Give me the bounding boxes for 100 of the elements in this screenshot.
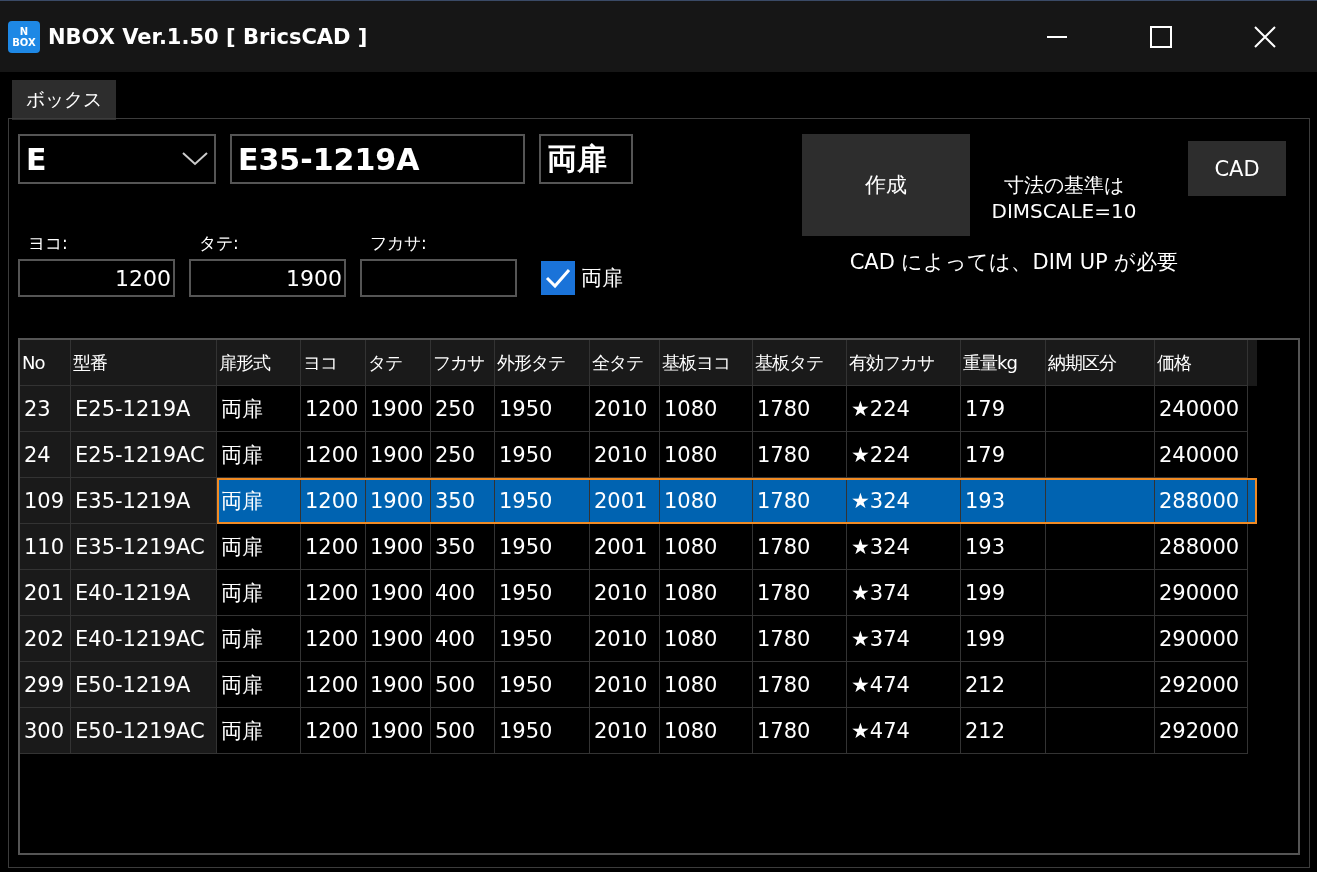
table-cell: 1780 xyxy=(753,524,847,570)
table-cell: 1080 xyxy=(660,524,753,570)
table-cell: 201 xyxy=(20,570,71,616)
table-cell: E40-1219AC xyxy=(71,616,217,662)
column-header[interactable]: 型番 xyxy=(71,340,217,386)
column-header[interactable]: フカサ xyxy=(431,340,495,386)
table-cell: ★474 xyxy=(847,662,961,708)
table-cell: ★374 xyxy=(847,570,961,616)
table-cell: 300 xyxy=(20,708,71,754)
table-cell: ★374 xyxy=(847,616,961,662)
table-cell: 1780 xyxy=(753,386,847,432)
column-header[interactable]: 全タテ xyxy=(590,340,660,386)
table-cell: 1200 xyxy=(301,524,366,570)
table-cell: 400 xyxy=(431,570,495,616)
table-cell: 1900 xyxy=(366,570,431,616)
column-header[interactable]: ヨコ xyxy=(301,340,366,386)
table-cell: 1200 xyxy=(301,570,366,616)
table-cell: 1950 xyxy=(495,662,590,708)
table-cell: 両扉 xyxy=(217,662,301,708)
table-cell: 1950 xyxy=(495,432,590,478)
tab[interactable]: ボックス xyxy=(12,80,116,120)
table-cell: 199 xyxy=(961,570,1046,616)
cad-button[interactable]: CAD xyxy=(1188,141,1286,196)
table-cell: 1950 xyxy=(495,386,590,432)
table-cell: 1900 xyxy=(366,432,431,478)
table-cell: 両扉 xyxy=(217,432,301,478)
table-cell: 1900 xyxy=(366,386,431,432)
table-cell: 2010 xyxy=(590,708,660,754)
table-cell: 1900 xyxy=(366,616,431,662)
table-cell: 290000 xyxy=(1155,570,1248,616)
table-cell: ★324 xyxy=(847,524,961,570)
cad-note: CAD によっては、DIM UP が必要 xyxy=(849,249,1179,276)
table-cell: 1780 xyxy=(753,662,847,708)
table-cell: 202 xyxy=(20,616,71,662)
column-header[interactable]: No xyxy=(20,340,71,386)
table-cell: 1900 xyxy=(366,708,431,754)
table-cell: 2010 xyxy=(590,432,660,478)
table-cell: 400 xyxy=(431,616,495,662)
size-input[interactable] xyxy=(360,259,517,297)
table-cell: 500 xyxy=(431,662,495,708)
table-cell: 250 xyxy=(431,432,495,478)
table-cell: 両扉 xyxy=(217,386,301,432)
series-dropdown[interactable]: E xyxy=(18,134,216,184)
table-cell: ★474 xyxy=(847,708,961,754)
table-cell: 290000 xyxy=(1155,616,1248,662)
table-cell: 193 xyxy=(961,524,1046,570)
table-cell: 2010 xyxy=(590,570,660,616)
table-cell: 250 xyxy=(431,386,495,432)
table-cell: 1200 xyxy=(301,386,366,432)
checkbox-label: 両扉 xyxy=(581,265,623,292)
table-cell: E25-1219AC xyxy=(71,432,217,478)
size-input[interactable]: 1900 xyxy=(189,259,346,297)
table-cell: 1080 xyxy=(660,662,753,708)
field-label: ヨコ: xyxy=(28,232,69,255)
table-cell: 1080 xyxy=(660,386,753,432)
column-header[interactable]: 価格 xyxy=(1155,340,1248,386)
chevron-down-icon xyxy=(182,152,208,166)
table-cell: 1200 xyxy=(301,432,366,478)
table-cell: 23 xyxy=(20,386,71,432)
model-field[interactable]: E35-1219A xyxy=(230,134,525,184)
column-header[interactable]: タテ xyxy=(366,340,431,386)
table-cell: E50-1219A xyxy=(71,662,217,708)
checkbox-box[interactable] xyxy=(541,261,575,295)
size-input[interactable]: 1200 xyxy=(18,259,175,297)
dimension-note: 寸法の基準は xyxy=(1004,172,1124,199)
table-cell: 2001 xyxy=(590,524,660,570)
table-cell: 1950 xyxy=(495,708,590,754)
table-cell: 1950 xyxy=(495,616,590,662)
maximize-icon xyxy=(1150,25,1172,48)
table-cell: 1780 xyxy=(753,708,847,754)
table-cell: 1200 xyxy=(301,662,366,708)
table-cell: 179 xyxy=(961,386,1046,432)
close-icon xyxy=(1254,25,1276,48)
table-cell: 両扉 xyxy=(217,616,301,662)
table-cell: ★224 xyxy=(847,386,961,432)
column-header[interactable]: 扉形式 xyxy=(217,340,301,386)
table-cell: 1950 xyxy=(495,570,590,616)
column-header[interactable]: 基板ヨコ xyxy=(660,340,753,386)
table-cell: E35-1219AC xyxy=(71,524,217,570)
table-cell: 109 xyxy=(20,478,71,524)
table-cell: 2010 xyxy=(590,386,660,432)
column-header[interactable]: 有効フカサ xyxy=(847,340,961,386)
table-cell: 240000 xyxy=(1155,386,1248,432)
table-cell: 両扉 xyxy=(217,524,301,570)
create-button[interactable]: 作成 xyxy=(802,134,970,236)
column-header[interactable]: 重量kg xyxy=(961,340,1046,386)
table-row-body[interactable]: 両扉 1200 1900 350 1950 2001 1080 1780 ★324 193 288000 xyxy=(217,478,1257,524)
table-cell: 1200 xyxy=(301,708,366,754)
column-header[interactable]: 外形タテ xyxy=(495,340,590,386)
table-cell: 24 xyxy=(20,432,71,478)
app-logo: N BOX xyxy=(8,20,40,53)
empty-header-cell xyxy=(1248,340,1257,386)
door-type-field[interactable]: 両扉 xyxy=(539,134,633,184)
double-door-checkbox[interactable]: 両扉 xyxy=(541,259,623,297)
column-header[interactable]: 基板タテ xyxy=(753,340,847,386)
table-cell: ★224 xyxy=(847,432,961,478)
table-cell: 1900 xyxy=(366,524,431,570)
column-header[interactable]: 納期区分 xyxy=(1046,340,1155,386)
table-cell: 292000 xyxy=(1155,662,1248,708)
table-cell: 両扉 xyxy=(217,708,301,754)
